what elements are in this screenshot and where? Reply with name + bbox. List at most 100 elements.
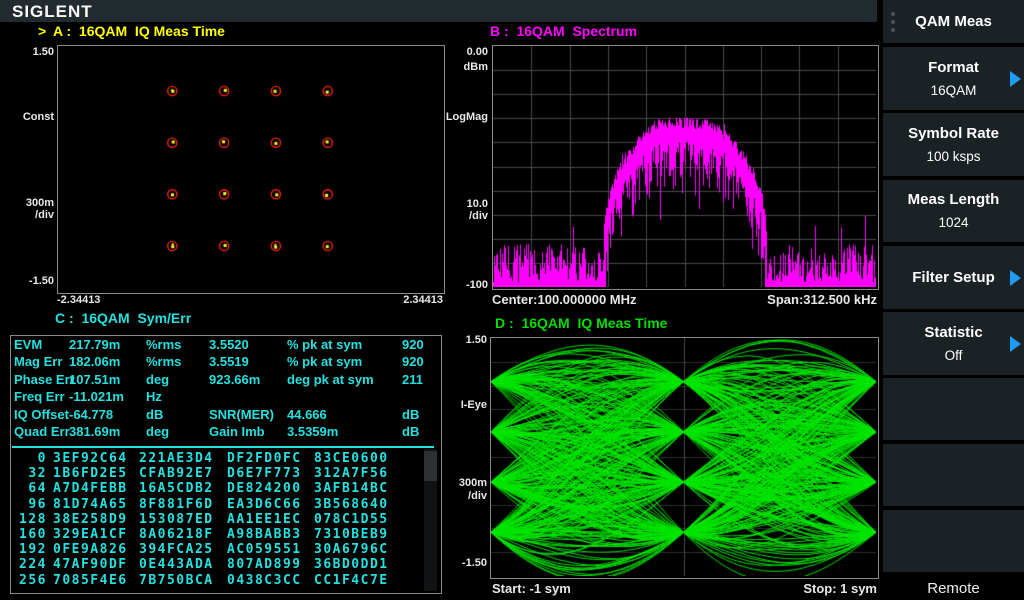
hex-scrollbar-thumb[interactable] — [424, 451, 437, 481]
symbol-hex-group: 1B6FD2E5 — [53, 466, 128, 482]
meas-length-value: 1024 — [938, 215, 969, 230]
spectrum-plot — [493, 46, 876, 287]
sym-err-cell: 3.5359m — [287, 424, 339, 439]
symbol-hex-group: AA1EE1EC — [227, 511, 302, 527]
sidebar-button-meas-length[interactable]: Meas Length 1024 — [883, 180, 1024, 242]
symbol-hex-group: 8A06218F — [139, 527, 214, 542]
eye-diagram-plot — [491, 338, 876, 576]
sym-err-cell: deg pk at sym — [287, 371, 374, 387]
b-axis-name: LogMag — [445, 111, 488, 123]
sidebar-button-format[interactable]: Format 16QAM — [883, 47, 1024, 110]
siglent-logo: SIGLENT — [12, 2, 93, 21]
b-ref-level: 0.00 — [466, 46, 488, 58]
symbol-hex-group: 3B568640 — [314, 496, 389, 512]
symbol-hex-group: A7D4FEBB — [53, 481, 128, 497]
b-scale-bottom: -100 — [465, 279, 488, 291]
sym-err-cell: Gain Imb — [209, 424, 265, 439]
symbol-hex-group: 078C1D55 — [314, 511, 389, 527]
sym-err-cell: 211 — [402, 371, 423, 387]
symbol-hex-group: AC059551 — [227, 542, 302, 558]
sym-err-cell: Freq Err — [14, 389, 65, 405]
symbol-hex-group: 30A6796C — [314, 542, 389, 558]
a-scale-bottom: -1.50 — [28, 275, 54, 287]
sym-err-row: Freq Err -11.021m Hz — [11, 389, 441, 404]
symbol-hex-group: 394FCA25 — [139, 542, 214, 558]
b-per-div-unit: /div — [469, 210, 488, 222]
sidebar-button-empty-1 — [883, 378, 1024, 440]
a-x-max: 2.34413 — [403, 294, 443, 306]
sym-err-cell: IQ Offset — [14, 406, 69, 422]
statistic-value: Off — [944, 347, 963, 363]
panel-b-title: B : 16QAM Spectrum — [490, 23, 638, 39]
sym-err-cell: -11.021m — [69, 389, 124, 405]
d-per-div-unit: /div — [468, 490, 487, 502]
symbol-hex-group: 0E443ADA — [139, 557, 214, 573]
symbol-row: 128 38E258D9 153087ED AA1EE1EC 078C1D55 — [11, 512, 441, 527]
sym-err-cell: % pk at sym — [287, 337, 363, 352]
sym-err-cell: %rms — [146, 354, 182, 370]
symbol-hex-group: 8F881F6D — [139, 496, 214, 512]
b-per-div: 10.0 — [466, 198, 488, 210]
symbol-hex-group: 36BD0DD1 — [314, 557, 389, 573]
format-value: 16QAM — [930, 82, 977, 98]
symbol-hex-group: 16A5CDB2 — [139, 481, 214, 497]
sidebar-button-qam-meas[interactable]: QAM Meas — [883, 0, 1024, 43]
symbol-hex-group: 81D74A65 — [53, 496, 128, 512]
symbol-row: 0 3EF92C64 221AE3D4 DF2FD0FC 83CE0600 — [11, 451, 441, 466]
a-scale-top: 1.50 — [32, 46, 54, 58]
symbol-offset: 32 — [28, 466, 47, 482]
symbol-hex-group: 0438C3CC — [227, 572, 302, 588]
symbol-offset: 128 — [19, 511, 47, 527]
sym-err-row: Quad Err 381.69m deg Gain Imb 3.5359m dB — [11, 424, 441, 439]
d-per-div: 300m — [458, 477, 487, 489]
a-per-div: 300m — [25, 197, 54, 209]
symbol-hex-group: 7B750BCA — [139, 572, 214, 588]
sym-err-cell: Mag Err — [14, 354, 63, 370]
symbol-row: 192 0FE9A826 394FCA25 AC059551 30A6796C — [11, 542, 441, 557]
sym-err-cell: 381.69m — [69, 424, 121, 439]
symbol-row: 224 47AF90DF 0E443ADA 807AD899 36BD0DD1 — [11, 557, 441, 572]
sidebar-button-empty-3 — [883, 510, 1024, 572]
b-ref-unit: dBm — [463, 61, 488, 73]
panel-a-window[interactable] — [57, 45, 445, 294]
panel-d-title: D : 16QAM IQ Meas Time — [495, 315, 668, 331]
sidebar-menu: QAM Meas Format 16QAM Symbol Rate 100 ks… — [883, 0, 1024, 600]
remote-status[interactable]: Remote — [883, 576, 1024, 600]
sidebar-button-filter-setup[interactable]: Filter Setup — [883, 246, 1024, 309]
sym-err-row: EVM 217.79m %rms 3.5520 % pk at sym 920 — [11, 337, 441, 352]
symbol-hex-group: CC1F4C7E — [314, 572, 389, 588]
sym-err-cell: deg — [146, 371, 170, 387]
d-stop-label: Stop: 1 sym — [803, 581, 877, 596]
a-axis-name: Const — [22, 111, 54, 123]
sidebar-button-symbol-rate[interactable]: Symbol Rate 100 ksps — [883, 113, 1024, 176]
symbol-offset: 256 — [19, 572, 47, 588]
menu-title-label: QAM Meas — [915, 12, 992, 30]
symbol-offset: 160 — [19, 527, 47, 542]
panel-c-window[interactable]: EVM 217.79m %rms 3.5520% pk at sym 920 Mag Er… — [10, 335, 442, 594]
sym-err-cell: 217.79m — [69, 337, 121, 352]
sidebar-button-statistic[interactable]: Statistic Off — [883, 312, 1024, 375]
sym-err-row: IQ Offset -64.778 dB SNR(MER) 44.666 dB — [11, 407, 441, 422]
sym-err-cell: Quad Err — [14, 424, 70, 439]
menu-grip-dots-icon — [891, 11, 895, 32]
panel-d-window[interactable] — [490, 337, 879, 579]
symbol-offset: 64 — [28, 481, 47, 497]
symbol-row: 256 7085F4E6 7B750BCA 0438C3CC CC1F4C7E — [11, 573, 441, 588]
d-axis-name: I-Eye — [460, 399, 487, 411]
panel-c-title: C : 16QAM Sym/Err — [55, 310, 192, 326]
sym-err-cell: dB — [402, 424, 420, 439]
symbol-hex-group: 38E258D9 — [53, 511, 128, 527]
sym-err-cell: %rms — [146, 337, 182, 352]
symbol-hex-group: D6E7F773 — [227, 466, 302, 482]
sym-err-cell: Hz — [146, 389, 162, 405]
symbol-row: 160 329EA1CF 8A06218F A98BABB3 7310BEB9 — [11, 527, 441, 542]
d-start-label: Start: -1 sym — [492, 581, 571, 596]
symbol-row: 32 1B6FD2E5 CFAB92E7 D6E7F773 312A7F56 — [11, 466, 441, 481]
d-scale-bottom: -1.50 — [461, 557, 487, 569]
symbol-hex-group: 3AFB14BC — [314, 481, 389, 497]
sym-err-cell: 920 — [402, 337, 424, 352]
sym-err-cell: 923.66m — [209, 371, 261, 387]
panel-b-window[interactable] — [492, 45, 879, 290]
sym-err-cell: deg — [146, 424, 170, 439]
symbol-hex-group: 0FE9A826 — [53, 542, 128, 558]
